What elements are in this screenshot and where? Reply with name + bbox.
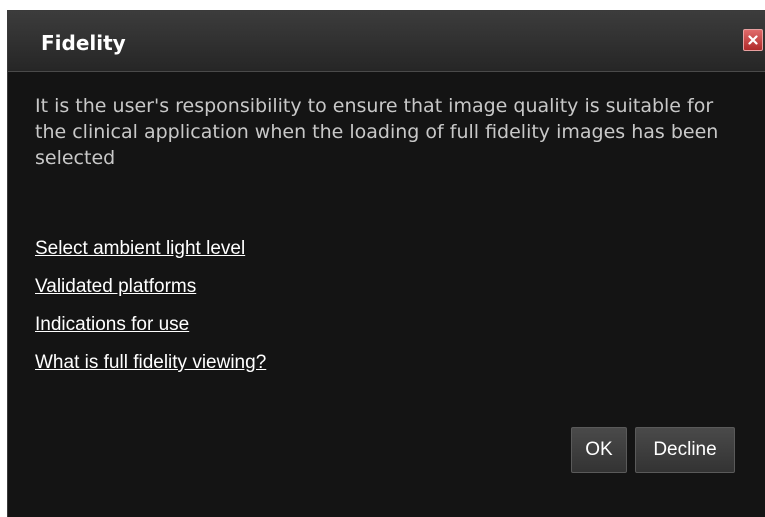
dialog-titlebar: Fidelity	[8, 11, 765, 72]
link-item: What is full fidelity viewing?	[35, 349, 266, 387]
validated-platforms-link[interactable]: Validated platforms	[35, 276, 196, 297]
link-item: Validated platforms	[35, 273, 266, 311]
link-item: Indications for use	[35, 311, 266, 349]
select-ambient-light-link[interactable]: Select ambient light level	[35, 238, 245, 259]
close-button[interactable]	[743, 29, 763, 51]
indications-for-use-link[interactable]: Indications for use	[35, 314, 189, 335]
disclaimer-message: It is the user's responsibility to ensur…	[35, 95, 719, 169]
what-is-full-fidelity-link[interactable]: What is full fidelity viewing?	[35, 352, 266, 373]
link-item: Select ambient light level	[35, 235, 266, 273]
ok-button[interactable]: OK	[571, 427, 627, 473]
fidelity-dialog: Fidelity It is the user's responsibility…	[7, 10, 765, 517]
decline-button[interactable]: Decline	[635, 427, 735, 473]
dialog-title: Fidelity	[41, 31, 126, 55]
info-links: Select ambient light level Validated pla…	[35, 235, 266, 387]
close-icon	[748, 35, 758, 45]
